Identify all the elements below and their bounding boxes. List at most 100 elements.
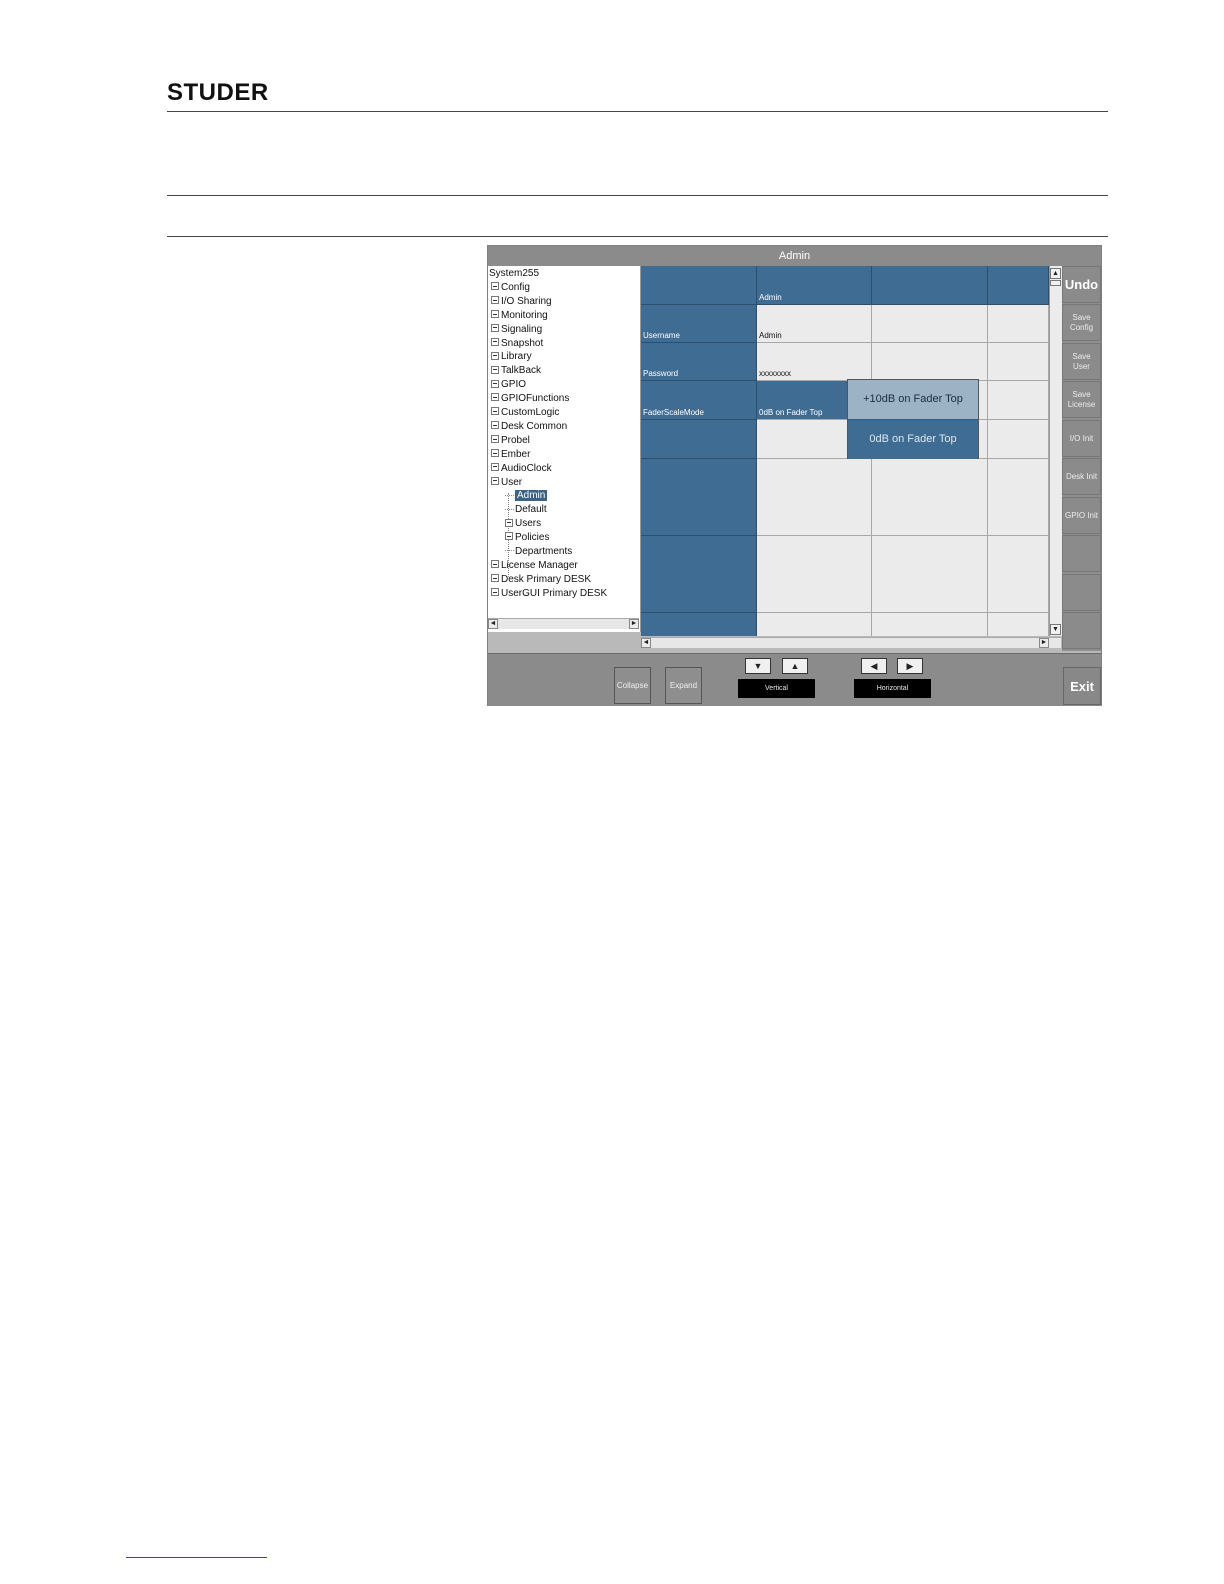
column-header-text: Admin bbox=[759, 293, 782, 302]
tree-horizontal-scrollbar[interactable]: ◄ ► bbox=[488, 618, 639, 629]
grid-cell[interactable] bbox=[988, 420, 1049, 459]
tree-expander-icon[interactable] bbox=[491, 351, 499, 360]
tree-item[interactable]: GPIOFunctions bbox=[491, 392, 569, 405]
tree-expander-icon[interactable] bbox=[491, 588, 499, 597]
scroll-down-icon[interactable]: ▼ bbox=[745, 658, 771, 674]
grid-cell[interactable] bbox=[988, 305, 1049, 343]
gpio-init-button[interactable]: GPIO Init bbox=[1062, 497, 1101, 534]
tree-expander-icon[interactable] bbox=[491, 323, 499, 332]
io-init-button[interactable]: I/O Init bbox=[1062, 420, 1101, 457]
tree-item[interactable]: Snapshot bbox=[491, 337, 543, 350]
tree-scroll-left-icon[interactable]: ◄ bbox=[488, 619, 498, 629]
tree-expander-icon[interactable] bbox=[491, 282, 499, 291]
grid-cell[interactable] bbox=[988, 458, 1049, 498]
tree-item[interactable]: License Manager bbox=[491, 559, 578, 572]
grid-cell[interactable] bbox=[872, 574, 988, 613]
grid-cell[interactable] bbox=[988, 381, 1049, 420]
grid-cell[interactable] bbox=[988, 535, 1049, 575]
grid-cell[interactable] bbox=[872, 535, 988, 575]
tree-item[interactable]: Users bbox=[505, 517, 541, 530]
tree-expander-icon[interactable] bbox=[491, 296, 499, 305]
tree-expander-icon[interactable] bbox=[491, 379, 499, 388]
tree-expander-icon[interactable] bbox=[491, 365, 499, 374]
tree-item[interactable]: I/O Sharing bbox=[491, 295, 552, 308]
grid-cell[interactable] bbox=[757, 535, 872, 575]
grid-cell[interactable] bbox=[988, 612, 1049, 636]
save-config-button[interactable]: Save Config bbox=[1062, 304, 1101, 341]
tree-expander-icon[interactable] bbox=[491, 337, 499, 346]
tree-expander-icon[interactable] bbox=[505, 518, 513, 527]
grid-scroll-left-icon[interactable]: ◄ bbox=[641, 638, 651, 648]
tree-item[interactable]: Departments bbox=[505, 545, 572, 558]
grid-cell[interactable] bbox=[872, 343, 988, 381]
scroll-right-icon[interactable]: ▶ bbox=[897, 658, 923, 674]
tree-item[interactable]: Ember bbox=[491, 448, 530, 461]
grid-cell[interactable] bbox=[757, 497, 872, 536]
scroll-left-icon[interactable]: ◀ bbox=[861, 658, 887, 674]
side-button-empty[interactable] bbox=[1062, 574, 1101, 611]
tree-item[interactable]: GPIO bbox=[491, 378, 526, 391]
tree-item[interactable]: Probel bbox=[491, 434, 530, 447]
tree-item[interactable]: UserGUI Primary DESK bbox=[491, 587, 607, 600]
grid-scroll-up-icon[interactable]: ▲ bbox=[1050, 268, 1061, 279]
row-label-text: Password bbox=[643, 369, 679, 378]
save-user-button[interactable]: Save User bbox=[1062, 343, 1101, 380]
grid-cell[interactable] bbox=[988, 497, 1049, 536]
grid-cell[interactable] bbox=[872, 497, 988, 536]
tree-item[interactable]: AudioClock bbox=[491, 462, 552, 475]
tree-item[interactable]: System255 bbox=[489, 267, 539, 280]
save-license-button[interactable]: Save License bbox=[1062, 381, 1101, 418]
grid-bottom-scrollbar[interactable]: ◄ ► bbox=[641, 637, 1061, 648]
tree-scroll-right-icon[interactable]: ► bbox=[629, 619, 639, 629]
tree-expander-icon[interactable] bbox=[491, 435, 499, 444]
grid-cell[interactable] bbox=[757, 612, 872, 636]
password-value-cell[interactable]: xxxxxxxx bbox=[757, 343, 872, 381]
tree-expander-icon[interactable] bbox=[505, 532, 513, 541]
grid-scroll-down-icon[interactable]: ▼ bbox=[1050, 624, 1061, 635]
expand-button[interactable]: Expand bbox=[665, 667, 702, 704]
tree-expander-icon[interactable] bbox=[491, 574, 499, 583]
username-value-cell[interactable]: Admin bbox=[757, 305, 872, 343]
side-button-empty[interactable] bbox=[1062, 612, 1101, 649]
grid-cell[interactable] bbox=[757, 574, 872, 613]
grid-cell[interactable] bbox=[872, 305, 988, 343]
tree-expander-icon[interactable] bbox=[491, 421, 499, 430]
tree-item[interactable]: Signaling bbox=[491, 323, 542, 336]
tree-item[interactable]: Admin bbox=[505, 489, 548, 502]
tree-item[interactable]: Default bbox=[505, 503, 547, 516]
scroll-up-icon[interactable]: ▲ bbox=[782, 658, 808, 674]
tree-item[interactable]: User bbox=[491, 476, 522, 489]
tree-expander-icon[interactable] bbox=[491, 449, 499, 458]
dropdown-option-plus10db[interactable]: +10dB on Fader Top bbox=[848, 380, 978, 419]
side-button-empty[interactable] bbox=[1062, 535, 1101, 572]
tree-item[interactable]: CustomLogic bbox=[491, 406, 559, 419]
tree-item[interactable]: Library bbox=[491, 350, 532, 363]
tree-item[interactable]: Desk Common bbox=[491, 420, 567, 433]
tree-expander-icon[interactable] bbox=[491, 407, 499, 416]
tree-expander-icon[interactable] bbox=[491, 462, 499, 471]
tree-expander-icon[interactable] bbox=[491, 476, 499, 485]
tree-item[interactable]: Policies bbox=[505, 531, 549, 544]
tree-item[interactable]: TalkBack bbox=[491, 364, 541, 377]
grid-cell[interactable] bbox=[872, 458, 988, 498]
grid-cell[interactable] bbox=[872, 612, 988, 636]
desk-init-button[interactable]: Desk Init bbox=[1062, 458, 1101, 495]
tree-expander-icon[interactable] bbox=[491, 393, 499, 402]
grid-cell[interactable] bbox=[988, 343, 1049, 381]
tree-item[interactable]: Config bbox=[491, 281, 530, 294]
undo-button[interactable]: Undo bbox=[1062, 266, 1101, 303]
tree-item[interactable]: Desk Primary DESK bbox=[491, 573, 591, 586]
grid-vertical-scrollbar[interactable]: ▲ ▼ bbox=[1049, 266, 1062, 636]
tree-item-label: Signaling bbox=[501, 323, 543, 335]
grid-cell[interactable] bbox=[988, 574, 1049, 613]
collapse-button[interactable]: Collapse bbox=[614, 667, 651, 704]
tree-item[interactable]: Monitoring bbox=[491, 309, 548, 322]
tree-item-label: Departments bbox=[515, 546, 573, 557]
dropdown-option-0db[interactable]: 0dB on Fader Top bbox=[848, 419, 978, 459]
grid-scroll-right-icon[interactable]: ► bbox=[1039, 638, 1049, 648]
tree-expander-icon[interactable] bbox=[491, 310, 499, 319]
exit-button[interactable]: Exit bbox=[1063, 667, 1101, 705]
grid-scroll-thumb[interactable] bbox=[1050, 280, 1061, 286]
tree-expander-icon[interactable] bbox=[491, 560, 499, 569]
grid-cell[interactable] bbox=[757, 458, 872, 498]
